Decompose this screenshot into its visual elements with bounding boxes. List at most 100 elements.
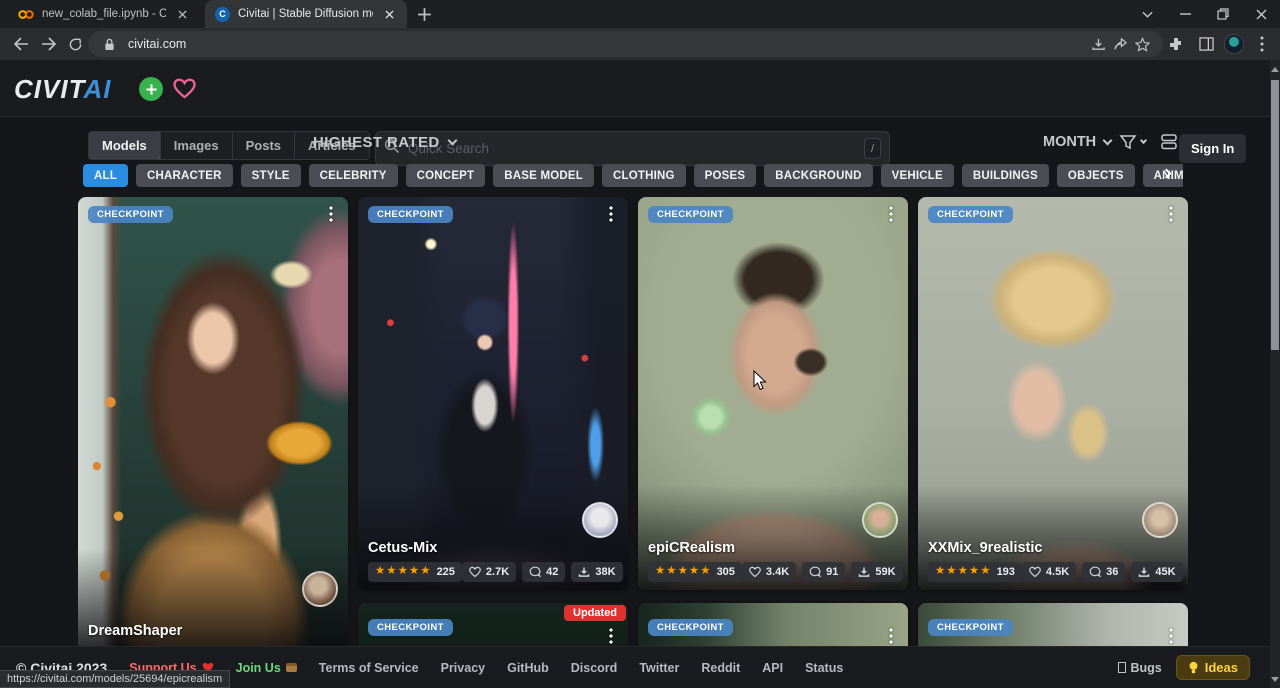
chip-objects[interactable]: OBJECTS: [1057, 164, 1135, 187]
civitai-logo[interactable]: CIVITAI: [14, 74, 112, 105]
favorites-heart-button[interactable]: [172, 76, 196, 100]
minimize-icon[interactable]: [1166, 0, 1204, 28]
browser-tab-civitai[interactable]: C Civitai | Stable Diffusion models,: [205, 0, 407, 28]
browser-tab-colab[interactable]: new_colab_file.ipynb - Colaborat: [8, 0, 200, 28]
footer-link-reddit[interactable]: Reddit: [701, 661, 740, 675]
chip-vehicle[interactable]: VEHICLE: [881, 164, 954, 187]
chip-clothing[interactable]: CLOTHING: [602, 164, 686, 187]
comments-pill[interactable]: 91: [802, 562, 845, 582]
card-menu-icon[interactable]: [1164, 627, 1178, 645]
tab-images[interactable]: Images: [160, 132, 232, 159]
model-title: XXMix_9realistic: [928, 540, 1178, 556]
rating-pill[interactable]: ★★★★★225: [368, 562, 462, 582]
chip-base-model[interactable]: BASE MODEL: [493, 164, 594, 187]
chip-poses[interactable]: POSES: [694, 164, 757, 187]
bookmark-star-icon[interactable]: [1131, 33, 1153, 55]
card-menu-icon[interactable]: [324, 205, 338, 223]
profile-avatar[interactable]: [1224, 34, 1244, 54]
chip-background[interactable]: BACKGROUND: [764, 164, 872, 187]
tab-models[interactable]: Models: [89, 132, 160, 159]
share-icon[interactable]: [1109, 33, 1131, 55]
creator-avatar[interactable]: [862, 502, 898, 538]
model-card-cetus-mix[interactable]: CHECKPOINT Cetus-Mix ★★★★★225 2.7K 42 38…: [358, 197, 628, 590]
scroll-down-icon[interactable]: [1270, 672, 1280, 686]
extensions-icon[interactable]: [1164, 33, 1188, 55]
rating-pill[interactable]: ★★★★★305: [648, 562, 742, 582]
rating-pill[interactable]: ★★★★★193: [928, 562, 1022, 582]
creator-avatar[interactable]: [302, 571, 338, 607]
filter-funnel-icon: [1119, 133, 1137, 151]
stat-pills: 2.7K 42 38K: [462, 562, 623, 582]
filter-dropdown[interactable]: [1119, 133, 1146, 151]
back-icon[interactable]: [10, 33, 32, 55]
likes-pill[interactable]: 4.5K: [1022, 562, 1076, 582]
checkpoint-badge: CHECKPOINT: [928, 619, 1013, 636]
likes-pill[interactable]: 2.7K: [462, 562, 516, 582]
creator-avatar[interactable]: [582, 502, 618, 538]
tab-posts[interactable]: Posts: [232, 132, 294, 159]
categories-scroll-right-icon[interactable]: [1163, 166, 1177, 184]
model-card-partial[interactable]: CHECKPOINT: [638, 603, 908, 646]
sort-dropdown[interactable]: HIGHEST RATED: [313, 134, 456, 151]
card-menu-icon[interactable]: [884, 205, 898, 223]
footer-link-twitter[interactable]: Twitter: [639, 661, 679, 675]
comments-pill[interactable]: 42: [522, 562, 565, 582]
ideas-button[interactable]: Ideas: [1176, 655, 1250, 680]
tab-search-icon[interactable]: [1128, 0, 1166, 28]
chip-celebrity[interactable]: CELEBRITY: [309, 164, 398, 187]
footer-link-terms[interactable]: Terms of Service: [319, 661, 419, 675]
chip-style[interactable]: STYLE: [241, 164, 301, 187]
close-tab-icon[interactable]: [174, 6, 190, 22]
mouse-cursor: [753, 370, 767, 391]
bugs-label: Bugs: [1131, 661, 1162, 675]
footer-link-discord[interactable]: Discord: [571, 661, 618, 675]
side-panel-icon[interactable]: [1194, 33, 1218, 55]
card-menu-icon[interactable]: [1164, 205, 1178, 223]
chip-concept[interactable]: CONCEPT: [406, 164, 486, 187]
period-dropdown[interactable]: MONTH: [1043, 134, 1111, 150]
scrollbar-thumb[interactable]: [1271, 80, 1279, 350]
address-bar[interactable]: civitai.com: [88, 31, 1163, 57]
card-menu-icon[interactable]: [884, 627, 898, 645]
download-page-icon[interactable]: [1087, 33, 1109, 55]
footer-link-join-us[interactable]: Join Us: [236, 661, 297, 675]
create-plus-button[interactable]: [139, 77, 163, 101]
chip-all[interactable]: ALL: [83, 164, 128, 187]
close-tab-icon[interactable]: [381, 6, 397, 22]
bugs-link[interactable]: Bugs: [1118, 661, 1162, 675]
restore-icon[interactable]: [1204, 0, 1242, 28]
footer-link-github[interactable]: GitHub: [507, 661, 549, 675]
footer-link-privacy[interactable]: Privacy: [441, 661, 485, 675]
layout-toggle-icon[interactable]: [1160, 133, 1178, 155]
footer-link-api[interactable]: API: [762, 661, 783, 675]
chip-character[interactable]: CHARACTER: [136, 164, 233, 187]
new-tab-icon[interactable]: [416, 6, 433, 23]
close-window-icon[interactable]: [1242, 0, 1280, 28]
model-card-epicrealism[interactable]: CHECKPOINT epiCRealism ★★★★★305 3.4K 91 …: [638, 197, 908, 590]
scroll-up-icon[interactable]: [1270, 62, 1280, 76]
downloads-pill[interactable]: 45K: [1131, 562, 1182, 582]
model-card-partial[interactable]: Updated CHECKPOINT: [358, 603, 628, 646]
likes-pill[interactable]: 3.4K: [742, 562, 796, 582]
downloads-pill[interactable]: 38K: [571, 562, 622, 582]
stat-pills: 4.5K 36 45K: [1022, 562, 1183, 582]
chip-buildings[interactable]: BUILDINGS: [962, 164, 1049, 187]
comments-pill[interactable]: 36: [1082, 562, 1125, 582]
comments-count: 36: [1106, 566, 1118, 578]
forward-icon[interactable]: [38, 33, 60, 55]
refresh-icon[interactable]: [64, 33, 86, 55]
model-card-xxmix-9realistic[interactable]: CHECKPOINT XXMix_9realistic ★★★★★193 4.5…: [918, 197, 1188, 590]
card-menu-icon[interactable]: [604, 627, 618, 645]
model-card-partial[interactable]: CHECKPOINT: [918, 603, 1188, 646]
downloads-pill[interactable]: 59K: [851, 562, 902, 582]
lock-icon[interactable]: [98, 33, 120, 55]
creator-avatar[interactable]: [1142, 502, 1178, 538]
page-scrollbar[interactable]: [1270, 60, 1280, 688]
model-card-dreamshaper[interactable]: CHECKPOINT DreamShaper: [78, 197, 348, 646]
browser-menu-icon[interactable]: [1250, 33, 1274, 55]
card-stats: ★★★★★225 2.7K 42 38K: [368, 562, 618, 582]
updated-badge: Updated: [564, 605, 626, 621]
footer-link-status[interactable]: Status: [805, 661, 843, 675]
url-text[interactable]: civitai.com: [128, 37, 1087, 51]
card-menu-icon[interactable]: [604, 205, 618, 223]
